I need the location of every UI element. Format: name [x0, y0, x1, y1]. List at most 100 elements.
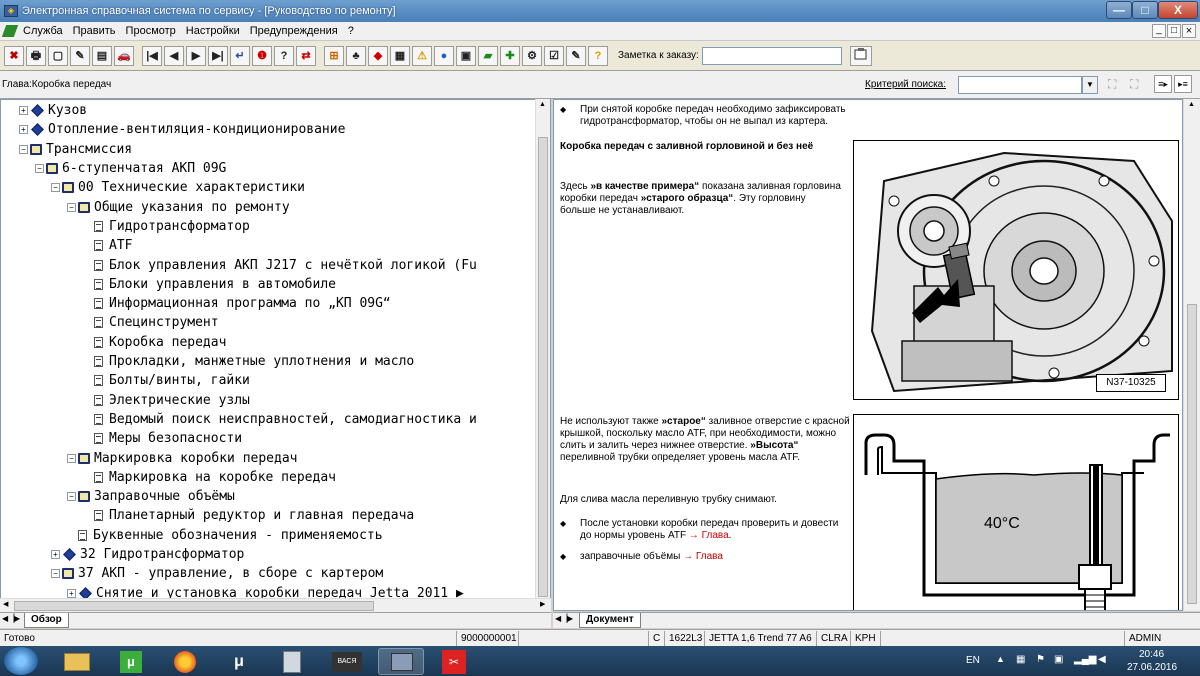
tray-volume-icon[interactable]: ◀: [1098, 654, 1106, 665]
collapse-icon[interactable]: −: [51, 569, 60, 579]
tray-network-icon[interactable]: ▦: [1016, 654, 1025, 665]
start-button[interactable]: [4, 647, 38, 675]
tree-item[interactable]: Информационная программа по „КП 09G“: [83, 294, 391, 313]
search-start-icon[interactable]: ⛶: [1108, 77, 1126, 93]
collapse-icon[interactable]: −: [67, 453, 76, 463]
mdi-restore-button[interactable]: □: [1167, 24, 1181, 38]
next-page-button[interactable]: ▶: [186, 45, 206, 66]
exit-button[interactable]: ✖: [4, 45, 24, 66]
collapse-icon[interactable]: −: [19, 144, 28, 154]
expand-icon[interactable]: +: [19, 125, 28, 135]
clock-time[interactable]: 20:46: [1139, 649, 1164, 660]
scroll-right-arrow-icon[interactable]: ▶: [540, 600, 545, 608]
close-button[interactable]: X: [1158, 1, 1198, 19]
service-app-task[interactable]: [378, 648, 424, 675]
tab-next-icon[interactable]: ▶: [14, 614, 20, 623]
order-note-button[interactable]: [849, 45, 872, 66]
scroll-up-arrow-icon[interactable]: ▲: [1188, 101, 1195, 108]
tree-item[interactable]: Блоки управления в автомобиле: [83, 275, 336, 294]
expand-icon[interactable]: +: [19, 106, 28, 116]
tray-signal-icon[interactable]: ▂▄▆: [1074, 654, 1096, 665]
tree-item[interactable]: ATF: [83, 236, 132, 255]
minimize-button[interactable]: —: [1106, 1, 1132, 19]
tree-item[interactable]: Болты/винты, гайки: [83, 371, 250, 390]
search-back-icon[interactable]: ▸≡: [1174, 75, 1192, 93]
new-doc-button[interactable]: ▢: [48, 45, 68, 66]
search-criteria-input[interactable]: [958, 76, 1082, 94]
tab-prev-icon[interactable]: ◀▕: [2, 614, 14, 623]
tree-item[interactable]: +32 Гидротрансформатор: [51, 545, 244, 564]
tray-flag-icon[interactable]: ⚑: [1036, 654, 1045, 665]
tree-item[interactable]: Блок управления АКП J217 с нечёткой логи…: [83, 255, 477, 274]
chapter-link[interactable]: → Глава: [683, 551, 723, 562]
switch-button[interactable]: ⇄: [296, 45, 316, 66]
tree-item[interactable]: − 00 Технические характеристики: [51, 178, 305, 197]
return-button[interactable]: ↵: [230, 45, 250, 66]
firefox-task[interactable]: [162, 648, 208, 675]
menu-warnings[interactable]: Предупреждения: [245, 25, 343, 37]
tab-next-icon[interactable]: ▶: [567, 614, 573, 623]
tools-button[interactable]: ⚙: [522, 45, 542, 66]
tree-horizontal-scrollbar[interactable]: ◀ ▶: [0, 598, 551, 612]
menu-settings[interactable]: Настройки: [181, 25, 245, 37]
first-page-button[interactable]: |◀: [142, 45, 162, 66]
tree-item[interactable]: − Заправочные объёмы: [67, 487, 235, 506]
chapter-link[interactable]: → Глава: [689, 530, 729, 541]
edit-doc-button[interactable]: ✎: [70, 45, 90, 66]
note-button[interactable]: ✎: [566, 45, 586, 66]
tree-item[interactable]: − Трансмиссия: [19, 140, 132, 159]
collapse-icon[interactable]: −: [67, 492, 76, 502]
last-page-button[interactable]: ▶|: [208, 45, 228, 66]
tree-item[interactable]: Электрические узлы: [83, 391, 250, 410]
group-button[interactable]: ♣: [346, 45, 366, 66]
search-forward-icon[interactable]: ≡▸: [1154, 75, 1172, 93]
hscroll-thumb[interactable]: [14, 601, 374, 611]
collapse-icon[interactable]: −: [67, 202, 76, 212]
doc-list-button[interactable]: ▤: [92, 45, 112, 66]
fill-button[interactable]: ▰: [478, 45, 498, 66]
menu-service[interactable]: Служба: [18, 25, 68, 37]
print-button[interactable]: 🖶: [26, 45, 46, 66]
warning-button[interactable]: ⚠: [412, 45, 432, 66]
scroll-thumb[interactable]: [538, 137, 548, 597]
diamond-button[interactable]: ◆: [368, 45, 388, 66]
tab-prev-icon[interactable]: ◀▕: [555, 614, 567, 623]
clock-date[interactable]: 27.06.2016: [1127, 662, 1177, 673]
tab-document[interactable]: Документ: [579, 613, 641, 628]
tree-item[interactable]: Буквенные обозначения - применяемость: [67, 526, 383, 545]
explorer-task[interactable]: [54, 648, 100, 675]
document-vertical-scrollbar[interactable]: ▲: [1183, 99, 1200, 611]
globe-button[interactable]: ●: [434, 45, 454, 66]
search-dropdown-button[interactable]: ▼: [1082, 76, 1098, 94]
tray-arrow-icon[interactable]: ▲: [996, 654, 1005, 664]
tree-item[interactable]: + Снятие и установка коробки передач Jett…: [67, 584, 464, 598]
tray-device-icon[interactable]: ▣: [1054, 654, 1063, 665]
info-button[interactable]: ❶: [252, 45, 272, 66]
tree-item[interactable]: Коробка передач: [83, 333, 226, 352]
menu-help[interactable]: ?: [343, 25, 359, 37]
tree-item[interactable]: − 6-ступенчатая АКП 09G: [35, 159, 226, 178]
tab-overview[interactable]: Обзор: [24, 613, 69, 628]
table-button[interactable]: ▦: [390, 45, 410, 66]
vehicle-button[interactable]: 🚗: [114, 45, 134, 66]
help-button[interactable]: ?: [274, 45, 294, 66]
utorrent-task[interactable]: μ: [108, 648, 154, 675]
expand-icon[interactable]: +: [67, 588, 76, 598]
maximize-button[interactable]: □: [1132, 1, 1158, 19]
tree-item[interactable]: Гидротрансформатор: [83, 217, 250, 236]
tree-item[interactable]: − 37 АКП - управление, в сборе с картером: [51, 564, 383, 583]
grid-button[interactable]: ⊞: [324, 45, 344, 66]
tree-item[interactable]: + Отопление-вентиляция-кондиционирование: [19, 120, 345, 139]
prev-page-button[interactable]: ◀: [164, 45, 184, 66]
tree-item[interactable]: Маркировка на коробке передач: [83, 468, 336, 487]
tree-item[interactable]: Ведомый поиск неисправностей, самодиагно…: [83, 410, 477, 429]
panel-button[interactable]: ▣: [456, 45, 476, 66]
scroll-up-arrow-icon[interactable]: ▲: [539, 101, 546, 108]
tree-item[interactable]: − Маркировка коробки передач: [67, 448, 298, 467]
collapse-icon[interactable]: −: [51, 183, 60, 193]
tree-item[interactable]: + Кузов: [19, 101, 87, 120]
calculator-task[interactable]: [270, 648, 316, 675]
scroll-thumb[interactable]: [1187, 304, 1197, 604]
question-button[interactable]: ?: [588, 45, 608, 66]
tree-item[interactable]: Прокладки, манжетные уплотнения и масло: [83, 352, 414, 371]
